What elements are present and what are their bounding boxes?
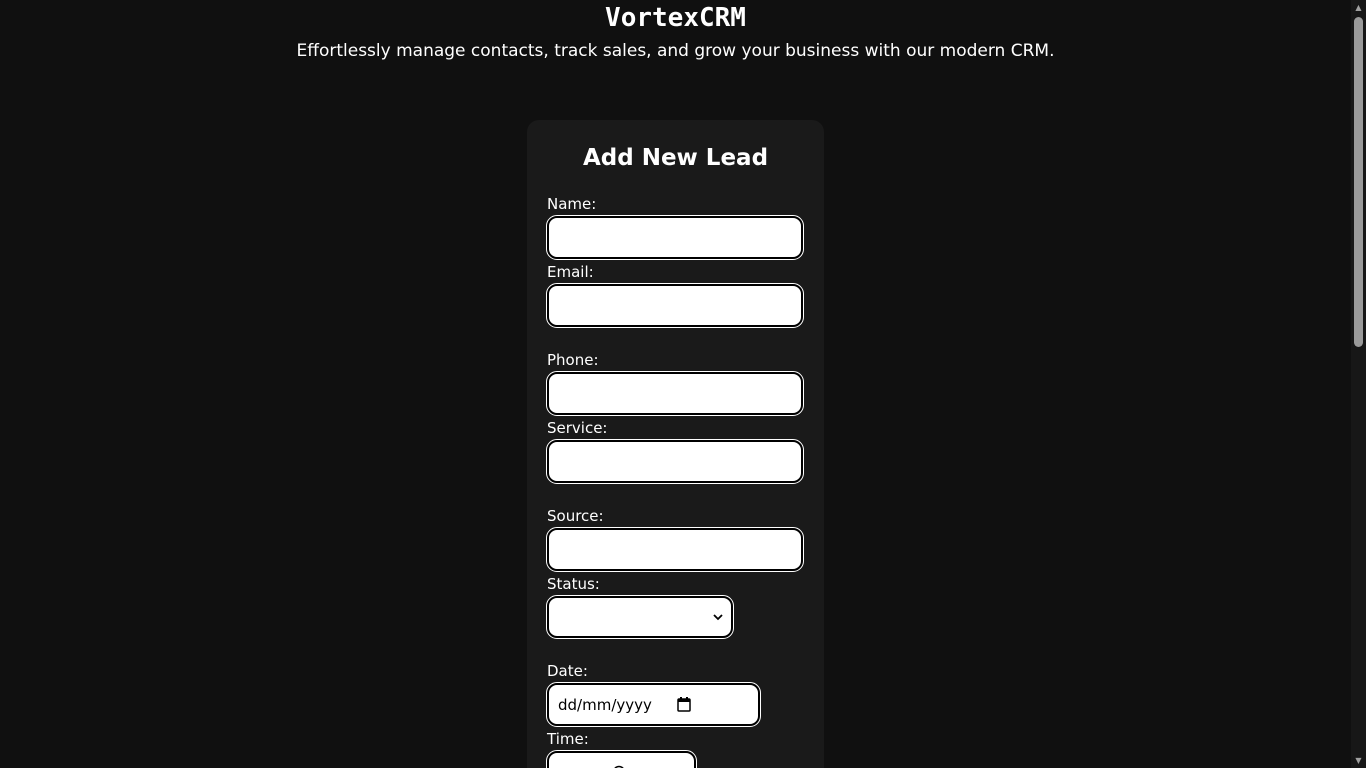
- email-label: Email:: [547, 263, 594, 281]
- source-input[interactable]: [546, 527, 804, 572]
- date-input[interactable]: dd/mm/yyyy: [546, 682, 761, 727]
- source-label: Source:: [547, 507, 604, 525]
- page: VortexCRM Effortlessly manage contacts, …: [0, 0, 1351, 768]
- phone-input[interactable]: [546, 371, 804, 416]
- scroll-up-arrow-icon[interactable]: ▲: [1351, 0, 1366, 15]
- status-label: Status:: [547, 575, 600, 593]
- time-label: Time:: [547, 730, 589, 748]
- app-tagline: Effortlessly manage contacts, track sale…: [296, 41, 1055, 61]
- scroll-down-arrow-icon[interactable]: ▼: [1351, 753, 1366, 768]
- service-input[interactable]: [546, 439, 804, 484]
- email-input[interactable]: [546, 283, 804, 328]
- date-placeholder: dd/mm/yyyy: [558, 696, 652, 714]
- vertical-scrollbar[interactable]: ▲ ▼: [1351, 0, 1366, 768]
- phone-label: Phone:: [547, 351, 599, 369]
- calendar-icon[interactable]: [677, 697, 691, 712]
- date-label: Date:: [547, 662, 588, 680]
- clock-icon[interactable]: [612, 764, 626, 768]
- service-label: Service:: [547, 419, 608, 437]
- scrollbar-thumb[interactable]: [1354, 17, 1363, 347]
- form-title: Add New Lead: [582, 145, 769, 171]
- chevron-down-icon: [713, 610, 723, 624]
- name-input[interactable]: [546, 215, 804, 260]
- status-select[interactable]: [546, 595, 734, 639]
- time-input[interactable]: [546, 750, 697, 768]
- app-title: VortexCRM: [605, 3, 746, 33]
- name-label: Name:: [547, 195, 597, 213]
